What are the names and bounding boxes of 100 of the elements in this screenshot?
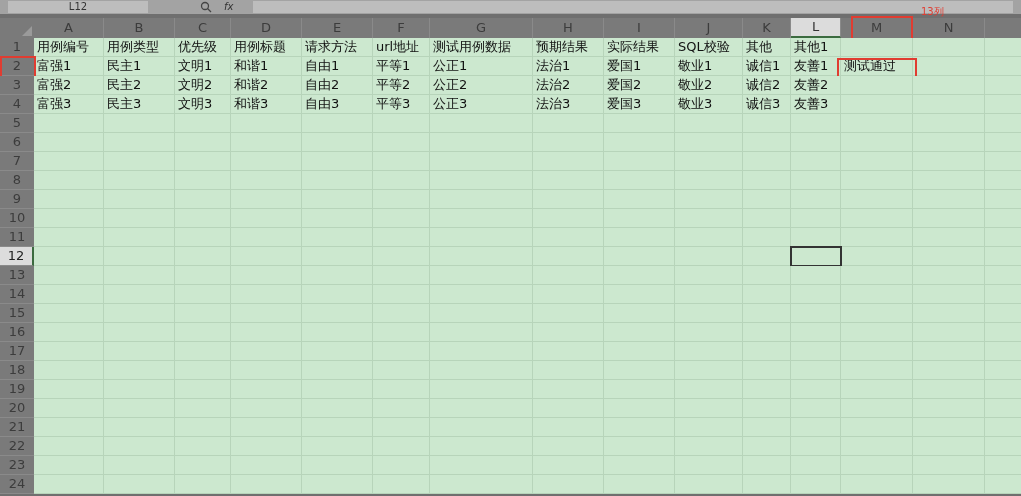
select-all-icon[interactable] bbox=[22, 26, 32, 36]
row-header[interactable]: 20 bbox=[0, 399, 34, 418]
table-cell: 和谐3 bbox=[231, 95, 302, 114]
row-header[interactable]: 4 bbox=[0, 95, 34, 114]
row-header[interactable]: 19 bbox=[0, 380, 34, 399]
row-header[interactable]: 9 bbox=[0, 190, 34, 209]
table-cell: 平等2 bbox=[373, 76, 430, 95]
table-cell: 民主1 bbox=[104, 57, 175, 76]
table-cell bbox=[34, 171, 104, 190]
column-header[interactable]: N bbox=[913, 18, 985, 38]
table-cell bbox=[913, 475, 985, 494]
table-cell: 敬业3 bbox=[675, 95, 743, 114]
table-cell: 诚信3 bbox=[743, 95, 791, 114]
row-header[interactable]: 15 bbox=[0, 304, 34, 323]
table-cell bbox=[841, 228, 913, 247]
fx-label[interactable]: fx bbox=[224, 1, 234, 13]
table-cell: 友善1 bbox=[791, 57, 841, 76]
row-header[interactable]: 7 bbox=[0, 152, 34, 171]
table-cell: 自由1 bbox=[302, 57, 373, 76]
table-cell: 公正3 bbox=[430, 95, 533, 114]
table-cell bbox=[841, 475, 913, 494]
table-cell bbox=[34, 418, 104, 437]
column-header[interactable]: J bbox=[675, 18, 743, 38]
table-cell: 法治2 bbox=[533, 76, 604, 95]
table-cell bbox=[302, 475, 373, 494]
column-header[interactable]: F bbox=[373, 18, 430, 38]
column-header[interactable]: D bbox=[231, 18, 302, 38]
table-cell bbox=[34, 209, 104, 228]
table-cell: 诚信1 bbox=[743, 57, 791, 76]
table-cell: 预期结果 bbox=[533, 38, 604, 57]
table-cell bbox=[34, 190, 104, 209]
row-header[interactable]: 10 bbox=[0, 209, 34, 228]
table-cell bbox=[675, 475, 743, 494]
table-cell: 民主2 bbox=[104, 76, 175, 95]
table-cell: 实际结果 bbox=[604, 38, 675, 57]
row-header[interactable]: 14 bbox=[0, 285, 34, 304]
table-cell bbox=[34, 361, 104, 380]
table-cell: 文明2 bbox=[175, 76, 231, 95]
row-header[interactable]: 22 bbox=[0, 437, 34, 456]
row-header[interactable]: 5 bbox=[0, 114, 34, 133]
table-cell: url地址 bbox=[373, 38, 430, 57]
table-cell: 其他1 bbox=[791, 38, 841, 57]
table-cell: 爱国2 bbox=[604, 76, 675, 95]
column-header[interactable]: A bbox=[34, 18, 104, 38]
table-cell: 富强3 bbox=[34, 95, 104, 114]
table-cell: 和谐2 bbox=[231, 76, 302, 95]
table-cell bbox=[791, 266, 841, 285]
row-header[interactable]: 6 bbox=[0, 133, 34, 152]
table-cell: 用例类型 bbox=[104, 38, 175, 57]
table-cell bbox=[34, 285, 104, 304]
row-header[interactable]: 13 bbox=[0, 266, 34, 285]
table-cell: 测试用例数据 bbox=[430, 38, 533, 57]
row-header[interactable]: 23 bbox=[0, 456, 34, 475]
column-header[interactable]: C bbox=[175, 18, 231, 38]
row-header[interactable]: 24 bbox=[0, 475, 34, 494]
table-cell bbox=[34, 437, 104, 456]
column-header[interactable]: G bbox=[430, 18, 533, 38]
table-cell: 平等1 bbox=[373, 57, 430, 76]
column-header[interactable]: H bbox=[533, 18, 604, 38]
table-cell bbox=[841, 247, 913, 266]
table-cell: 法治3 bbox=[533, 95, 604, 114]
row-header[interactable]: 8 bbox=[0, 171, 34, 190]
name-box[interactable]: L12 bbox=[8, 1, 148, 13]
table-cell bbox=[913, 38, 985, 57]
row-header[interactable]: 17 bbox=[0, 342, 34, 361]
table-cell: 公正1 bbox=[430, 57, 533, 76]
table-cell: 用例标题 bbox=[231, 38, 302, 57]
table-cell: 敬业1 bbox=[675, 57, 743, 76]
row-header[interactable]: 3 bbox=[0, 76, 34, 95]
column-header[interactable]: K bbox=[743, 18, 791, 38]
column-header[interactable]: L bbox=[791, 18, 841, 38]
column-header[interactable]: M bbox=[841, 18, 913, 38]
row-header[interactable]: 21 bbox=[0, 418, 34, 437]
table-cell bbox=[34, 133, 104, 152]
table-cell bbox=[743, 228, 791, 247]
table-cell bbox=[841, 266, 913, 285]
table-cell bbox=[743, 475, 791, 494]
table-cell: 请求方法 bbox=[302, 38, 373, 57]
row-header[interactable]: 12 bbox=[0, 247, 34, 266]
column-header[interactable]: B bbox=[104, 18, 175, 38]
row-header[interactable]: 11 bbox=[0, 228, 34, 247]
table-cell: 诚信2 bbox=[743, 76, 791, 95]
column-header[interactable]: E bbox=[302, 18, 373, 38]
table-cell: 自由2 bbox=[302, 76, 373, 95]
row-header[interactable]: 18 bbox=[0, 361, 34, 380]
table-cell: 公正2 bbox=[430, 76, 533, 95]
table-cell bbox=[743, 266, 791, 285]
table-cell bbox=[34, 380, 104, 399]
table-cell bbox=[533, 475, 604, 494]
table-cell bbox=[34, 323, 104, 342]
table-cell: 其他 bbox=[743, 38, 791, 57]
table-cell: 文明1 bbox=[175, 57, 231, 76]
table-cell bbox=[743, 247, 791, 266]
table-cell bbox=[34, 114, 104, 133]
row-header[interactable]: 16 bbox=[0, 323, 34, 342]
table-cell bbox=[34, 266, 104, 285]
table-cell bbox=[373, 475, 430, 494]
table-cell bbox=[34, 342, 104, 361]
table-cell: 富强2 bbox=[34, 76, 104, 95]
zoom-icon[interactable] bbox=[200, 1, 212, 13]
